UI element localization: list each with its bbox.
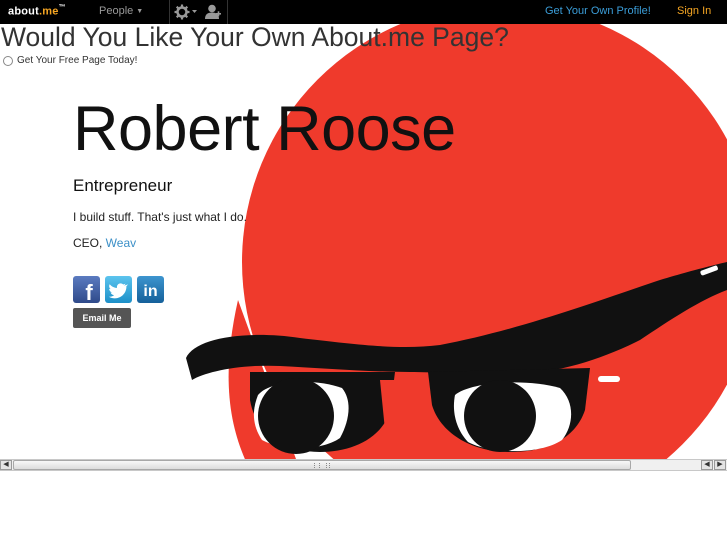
profile-bio: I build stuff. That's just what I do. <box>73 210 247 224</box>
logo-dotme: .me <box>38 5 59 18</box>
user-icon <box>205 4 221 19</box>
top-navigation-bar: about.me™ People ▼ Get Your Own Profile! … <box>0 0 727 24</box>
get-your-own-profile-link[interactable]: Get Your Own Profile! <box>545 5 651 17</box>
twitter-button[interactable] <box>105 276 132 303</box>
logo-trademark: ™ <box>58 4 66 11</box>
facebook-button[interactable]: f <box>73 276 100 303</box>
nav-divider <box>227 0 228 24</box>
twitter-icon <box>105 276 132 303</box>
scroll-left-button[interactable]: ◀ <box>701 460 713 470</box>
chevron-down-icon: ▼ <box>136 8 144 15</box>
logo-text: about <box>8 5 39 18</box>
profile-headline: Entrepreneur <box>73 176 173 195</box>
people-menu[interactable]: People ▼ <box>99 5 143 17</box>
scroll-left-button[interactable]: ◀ <box>0 460 12 470</box>
scrollbar-thumb[interactable] <box>13 460 631 470</box>
linkedin-icon: in <box>137 276 164 303</box>
add-user-button[interactable] <box>204 4 222 20</box>
company-link[interactable]: Weav <box>106 236 136 250</box>
scroll-right-button[interactable]: ▶ <box>714 460 726 470</box>
sign-in-link[interactable]: Sign In <box>677 5 711 17</box>
free-page-radio[interactable] <box>3 56 13 66</box>
horizontal-scrollbar[interactable]: ◀ ◀ ▶ <box>0 459 727 471</box>
profile-job: CEO, Weav <box>73 236 136 250</box>
gear-icon <box>174 4 197 20</box>
promo-heading: Would You Like Your Own About.me Page? <box>1 22 509 52</box>
free-page-label[interactable]: Get Your Free Page Today! <box>17 55 137 66</box>
background-illustration <box>186 24 727 459</box>
linkedin-glyph: in <box>143 283 157 300</box>
grip-icon <box>314 463 330 468</box>
linkedin-button[interactable]: in <box>137 276 164 303</box>
nav-divider <box>169 0 170 24</box>
about-me-logo[interactable]: about.me™ <box>8 4 66 18</box>
facebook-glyph: f <box>85 280 93 303</box>
email-me-button[interactable]: Email Me <box>73 308 131 328</box>
people-menu-label: People <box>99 5 134 17</box>
facebook-icon: f <box>73 276 100 303</box>
job-title: CEO, <box>73 236 106 250</box>
profile-name: Robert Roose <box>73 94 456 164</box>
settings-menu[interactable] <box>174 4 198 20</box>
